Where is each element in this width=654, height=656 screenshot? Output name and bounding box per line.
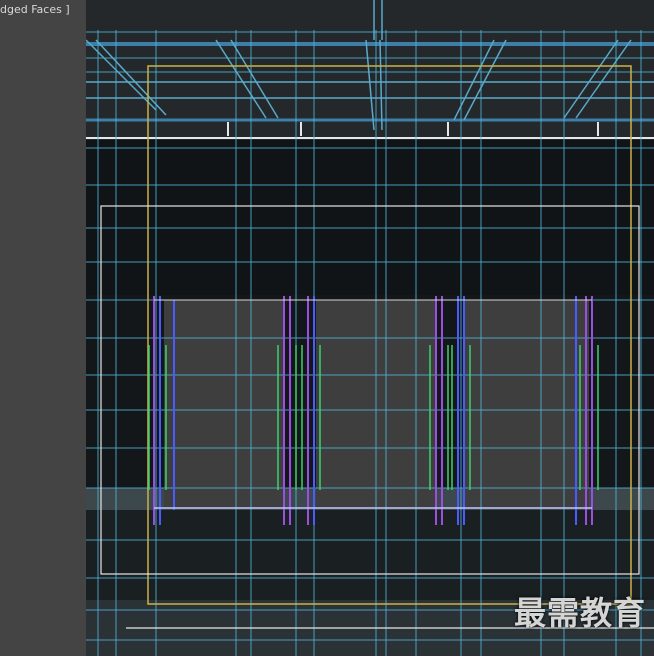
glass-panel-left xyxy=(164,300,284,508)
left-panel: dged Faces ] xyxy=(0,0,86,656)
scene-wireframe xyxy=(86,0,654,656)
viewport-shading-label[interactable]: dged Faces ] xyxy=(0,3,70,16)
upper-wall xyxy=(86,140,654,295)
viewport-3d[interactable]: 最需教育 xyxy=(86,0,654,656)
glass-panel-right xyxy=(464,300,589,508)
watermark-text: 最需教育 xyxy=(513,594,646,632)
